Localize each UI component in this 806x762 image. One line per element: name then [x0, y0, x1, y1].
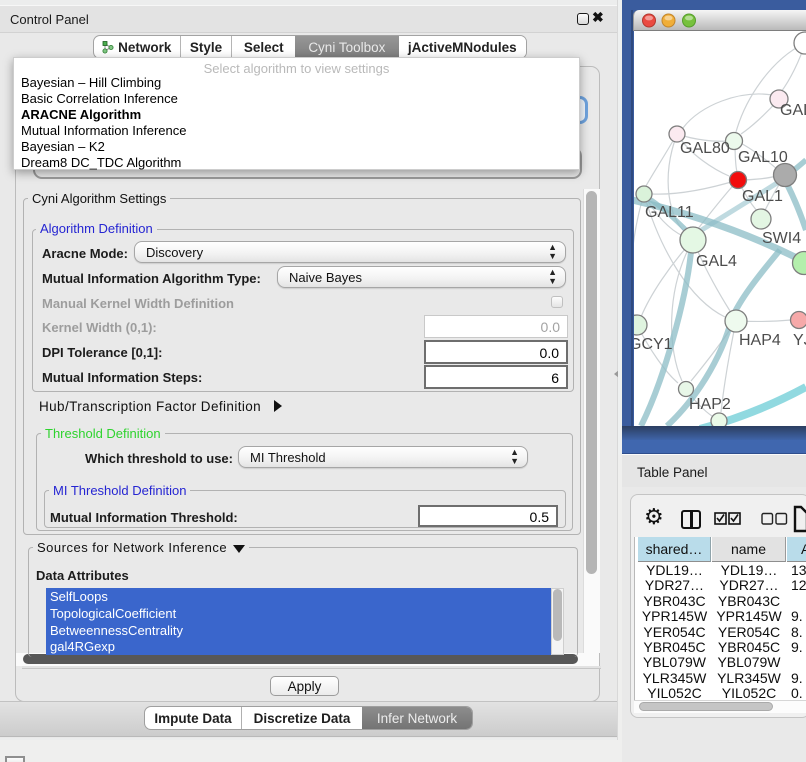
svg-text:GAL10: GAL10	[738, 149, 788, 166]
svg-text:SWI4: SWI4	[762, 230, 801, 247]
svg-text:GCY1: GCY1	[634, 336, 673, 353]
svg-text:GAL11: GAL11	[645, 204, 694, 221]
svg-text:GAL4: GAL4	[696, 253, 737, 270]
svg-text:GAL80: GAL80	[680, 140, 730, 157]
svg-text:GAL1: GAL1	[742, 188, 783, 205]
svg-text:HAP2: HAP2	[689, 396, 731, 413]
svg-text:HAP4: HAP4	[739, 332, 781, 349]
svg-text:GAL2: GAL2	[780, 102, 806, 119]
svg-text:YJ: YJ	[793, 332, 806, 349]
